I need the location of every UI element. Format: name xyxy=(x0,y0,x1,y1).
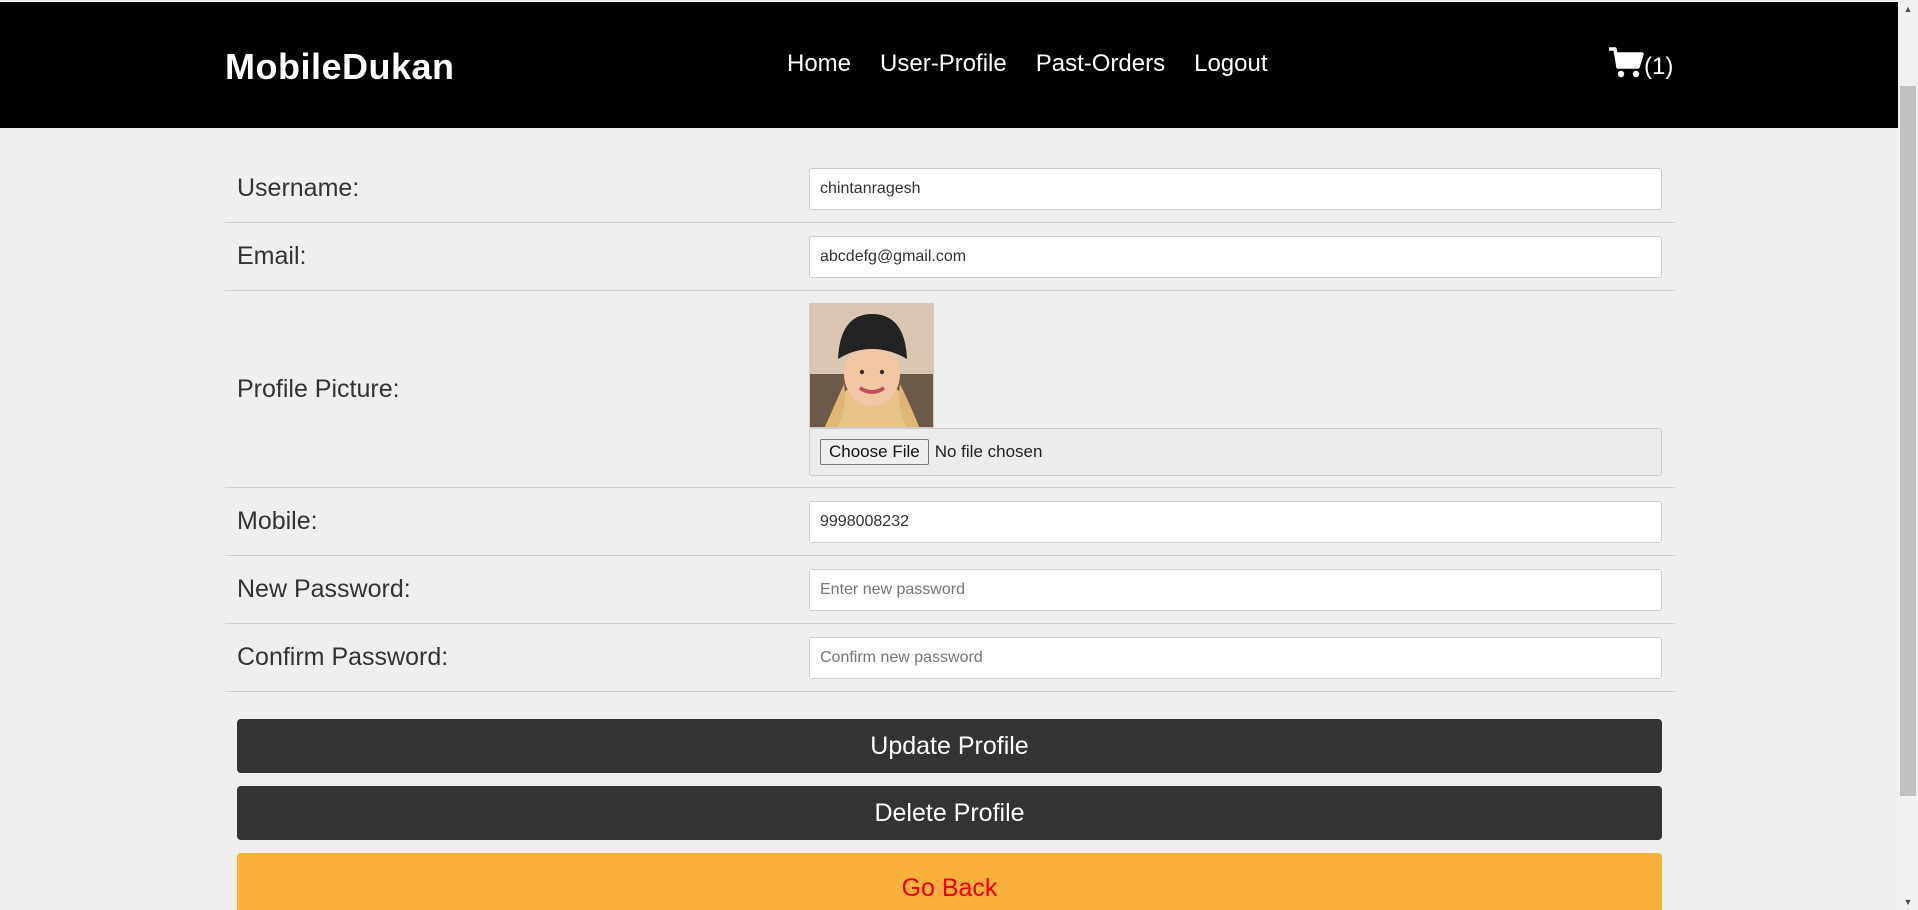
mobile-label: Mobile: xyxy=(237,507,318,535)
nav-logout[interactable]: Logout xyxy=(1194,50,1267,78)
nav-past-orders[interactable]: Past-Orders xyxy=(1036,50,1165,78)
vertical-scrollbar[interactable]: ▲ ▼ xyxy=(1898,0,1918,910)
profile-avatar-image xyxy=(809,302,934,428)
profile-picture-row: Profile Picture: Choose File No file cho… xyxy=(225,291,1675,488)
file-status: No file chosen xyxy=(934,441,1043,461)
username-label: Username: xyxy=(237,174,360,202)
email-row: Email: xyxy=(225,223,1675,291)
nav-home[interactable]: Home xyxy=(787,50,851,78)
email-label: Email: xyxy=(237,242,307,270)
mobile-row: Mobile: xyxy=(225,488,1675,556)
delete-profile-button[interactable]: Delete Profile xyxy=(237,786,1662,840)
choose-file-button[interactable]: Choose File xyxy=(820,438,929,465)
form-actions: Update Profile Delete Profile Go Back xyxy=(237,719,1662,910)
cart-count: (1) xyxy=(1644,52,1674,80)
brand-logo[interactable]: MobileDukan xyxy=(225,46,455,88)
main-nav: Home User-Profile Past-Orders Logout xyxy=(787,50,1268,78)
new-password-label: New Password: xyxy=(237,575,411,603)
scroll-up-arrow-icon[interactable]: ▲ xyxy=(1898,0,1918,17)
profile-picture-label: Profile Picture: xyxy=(237,374,400,403)
confirm-password-row: Confirm Password: xyxy=(225,624,1675,692)
cart-link[interactable]: (1) xyxy=(1608,46,1673,87)
confirm-password-input[interactable] xyxy=(809,636,1662,679)
profile-form: Username: Email: Profile Picture: xyxy=(225,155,1675,692)
username-input[interactable] xyxy=(809,167,1662,210)
new-password-row: New Password: xyxy=(225,556,1675,624)
scroll-down-arrow-icon[interactable]: ▼ xyxy=(1898,893,1918,910)
confirm-password-label: Confirm Password: xyxy=(237,643,449,671)
update-profile-button[interactable]: Update Profile xyxy=(237,719,1662,773)
go-back-button[interactable]: Go Back xyxy=(237,853,1662,910)
cart-icon xyxy=(1608,46,1644,87)
scroll-thumb[interactable] xyxy=(1900,86,1916,796)
username-row: Username: xyxy=(225,155,1675,223)
nav-user-profile[interactable]: User-Profile xyxy=(880,50,1007,78)
file-upload: Choose File No file chosen xyxy=(809,427,1662,476)
email-input[interactable] xyxy=(809,235,1662,278)
page: MobileDukan Home User-Profile Past-Order… xyxy=(0,0,1898,910)
top-navbar: MobileDukan Home User-Profile Past-Order… xyxy=(0,2,1898,128)
new-password-input[interactable] xyxy=(809,568,1662,611)
mobile-input[interactable] xyxy=(809,500,1662,543)
